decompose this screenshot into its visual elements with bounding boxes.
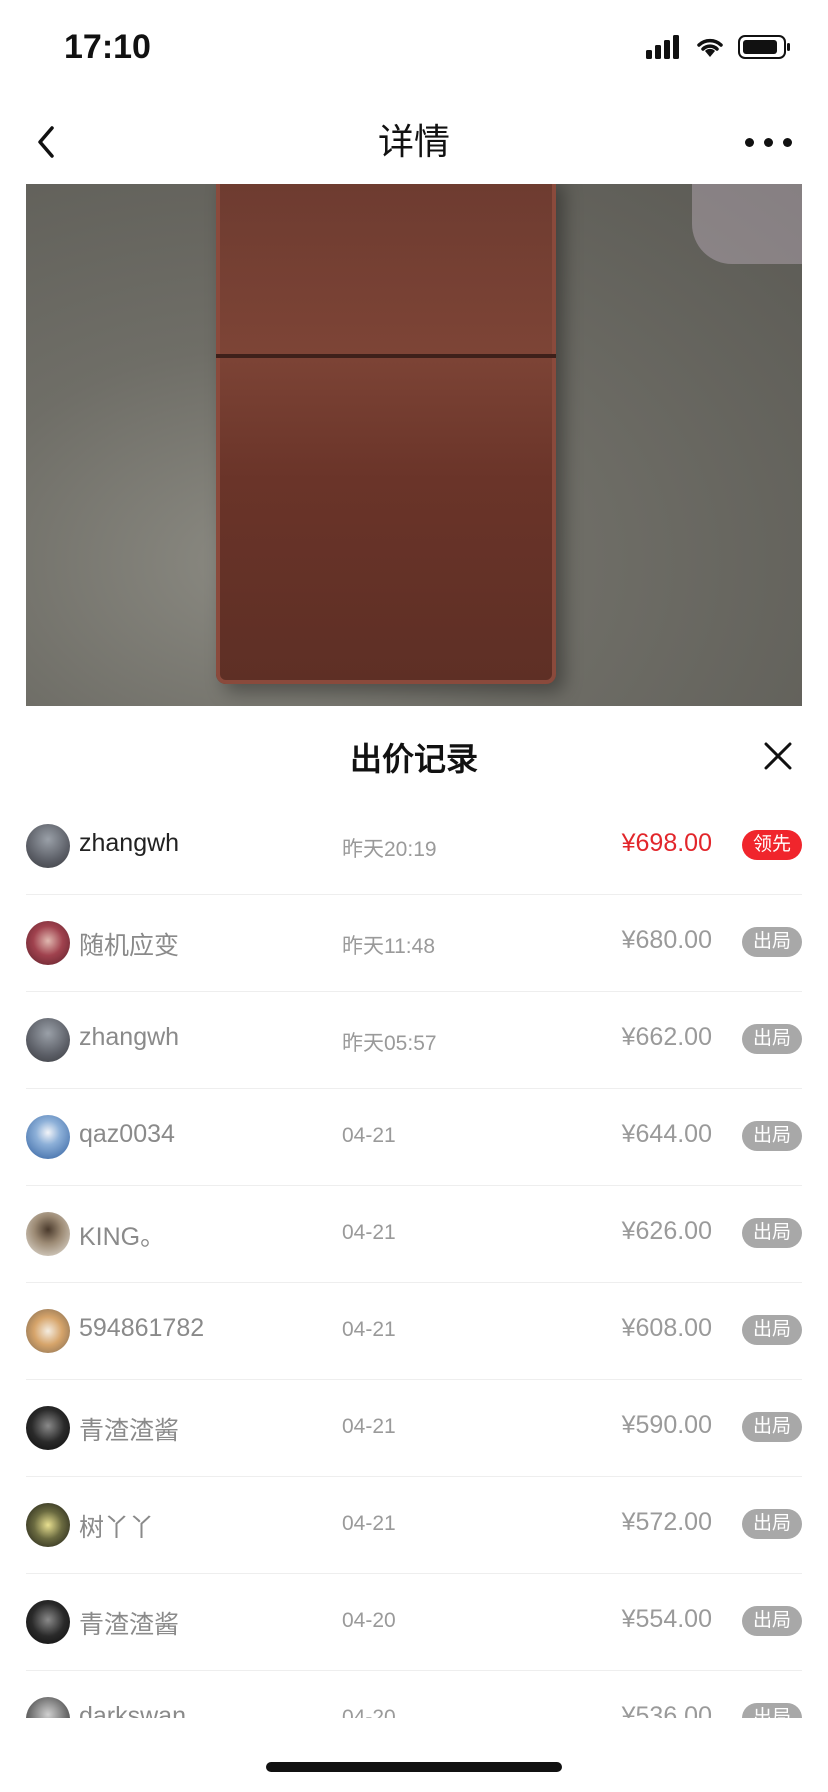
status-badge: 出局 bbox=[741, 927, 802, 957]
sheet-title: 出价记录 bbox=[349, 741, 478, 777]
avatar[interactable] bbox=[26, 1115, 70, 1159]
bid-time: 04-20 bbox=[342, 1609, 396, 1632]
status-bar: 17:10 bbox=[0, 0, 828, 100]
page-title: 详情 bbox=[377, 121, 450, 162]
bid-list: zhangwh 昨天20:19 ¥698.00 领先 随机应变 昨天11:48 … bbox=[26, 798, 802, 1718]
status-badge: 出局 bbox=[741, 1606, 802, 1636]
bid-row: 青渣渣酱 04-20 ¥554.00 出局 bbox=[26, 1574, 802, 1671]
bidder-name[interactable]: 树丫丫 bbox=[79, 1508, 154, 1544]
bid-price: ¥698.00 bbox=[621, 829, 712, 857]
bid-record-sheet: 出价记录 zhangwh 昨天20:19 ¥698.00 领先 随机应变 昨天1… bbox=[0, 706, 828, 1792]
bid-time: 04-20 bbox=[342, 1706, 396, 1718]
cloth-pattern bbox=[692, 184, 802, 264]
status-badge: 出局 bbox=[741, 1024, 802, 1054]
avatar[interactable] bbox=[26, 1212, 70, 1256]
status-badge: 领先 bbox=[741, 830, 802, 860]
bidder-name[interactable]: darkswan bbox=[79, 1702, 186, 1718]
bid-price: ¥662.00 bbox=[621, 1023, 712, 1051]
bid-row: 随机应变 昨天11:48 ¥680.00 出局 bbox=[26, 895, 802, 992]
more-dot-icon bbox=[763, 137, 773, 147]
bidder-name[interactable]: 594861782 bbox=[79, 1314, 204, 1343]
status-icons bbox=[646, 34, 792, 60]
product-image bbox=[26, 184, 802, 724]
bidder-name[interactable]: 随机应变 bbox=[79, 926, 179, 962]
bid-price: ¥536.00 bbox=[621, 1702, 712, 1718]
lighter-seam bbox=[216, 354, 556, 358]
wifi-icon bbox=[697, 38, 723, 57]
status-time: 17:10 bbox=[64, 28, 151, 66]
bid-price: ¥590.00 bbox=[621, 1411, 712, 1439]
lighter-body bbox=[216, 184, 556, 684]
bidder-name[interactable]: zhangwh bbox=[79, 829, 179, 858]
bid-row: darkswan 04-20 ¥536.00 出局 bbox=[26, 1671, 802, 1718]
battery-icon bbox=[738, 35, 790, 59]
avatar[interactable] bbox=[26, 1503, 70, 1547]
status-badge: 出局 bbox=[741, 1509, 802, 1539]
bid-time: 04-21 bbox=[342, 1221, 396, 1244]
avatar[interactable] bbox=[26, 1018, 70, 1062]
bid-row: 594861782 04-21 ¥608.00 出局 bbox=[26, 1283, 802, 1380]
bid-time: 昨天11:48 bbox=[342, 935, 435, 958]
nav-bar: 详情 bbox=[0, 100, 828, 184]
bid-price: ¥554.00 bbox=[621, 1605, 712, 1633]
bidder-name[interactable]: zhangwh bbox=[79, 1023, 179, 1052]
bid-time: 04-21 bbox=[342, 1124, 396, 1147]
bid-row: KING。 04-21 ¥626.00 出局 bbox=[26, 1186, 802, 1283]
status-badge: 出局 bbox=[741, 1703, 802, 1718]
more-dot-icon bbox=[744, 137, 754, 147]
bid-row: 树丫丫 04-21 ¥572.00 出局 bbox=[26, 1477, 802, 1574]
bid-row: zhangwh 昨天05:57 ¥662.00 出局 bbox=[26, 992, 802, 1089]
avatar[interactable] bbox=[26, 1697, 70, 1718]
bid-price: ¥608.00 bbox=[621, 1314, 712, 1342]
status-badge: 出局 bbox=[741, 1218, 802, 1248]
bidder-name[interactable]: 青渣渣酱 bbox=[79, 1411, 179, 1447]
status-badge: 出局 bbox=[741, 1315, 802, 1345]
avatar[interactable] bbox=[26, 921, 70, 965]
bid-price: ¥626.00 bbox=[621, 1217, 712, 1245]
signal-icon bbox=[646, 35, 679, 59]
status-badge: 出局 bbox=[741, 1121, 802, 1151]
bidder-name[interactable]: KING。 bbox=[79, 1217, 165, 1253]
avatar[interactable] bbox=[26, 1309, 70, 1353]
bid-time: 04-21 bbox=[342, 1512, 396, 1535]
bid-price: ¥644.00 bbox=[621, 1120, 712, 1148]
more-button[interactable] bbox=[732, 114, 804, 170]
avatar[interactable] bbox=[26, 824, 70, 868]
avatar[interactable] bbox=[26, 1406, 70, 1450]
bid-time: 昨天20:19 bbox=[342, 838, 437, 861]
bid-time: 04-21 bbox=[342, 1318, 396, 1341]
bid-price: ¥572.00 bbox=[621, 1508, 712, 1536]
bid-row: 青渣渣酱 04-21 ¥590.00 出局 bbox=[26, 1380, 802, 1477]
status-badge: 出局 bbox=[741, 1412, 802, 1442]
bid-price: ¥680.00 bbox=[621, 926, 712, 954]
bid-time: 04-21 bbox=[342, 1415, 396, 1438]
avatar[interactable] bbox=[26, 1600, 70, 1644]
close-icon[interactable] bbox=[758, 736, 798, 776]
more-dot-icon bbox=[782, 137, 792, 147]
bidder-name[interactable]: qaz0034 bbox=[79, 1120, 175, 1149]
bid-time: 昨天05:57 bbox=[342, 1032, 437, 1055]
home-indicator[interactable] bbox=[266, 1762, 562, 1772]
bidder-name[interactable]: 青渣渣酱 bbox=[79, 1605, 179, 1641]
bid-row: zhangwh 昨天20:19 ¥698.00 领先 bbox=[26, 798, 802, 895]
bid-row: qaz0034 04-21 ¥644.00 出局 bbox=[26, 1089, 802, 1186]
